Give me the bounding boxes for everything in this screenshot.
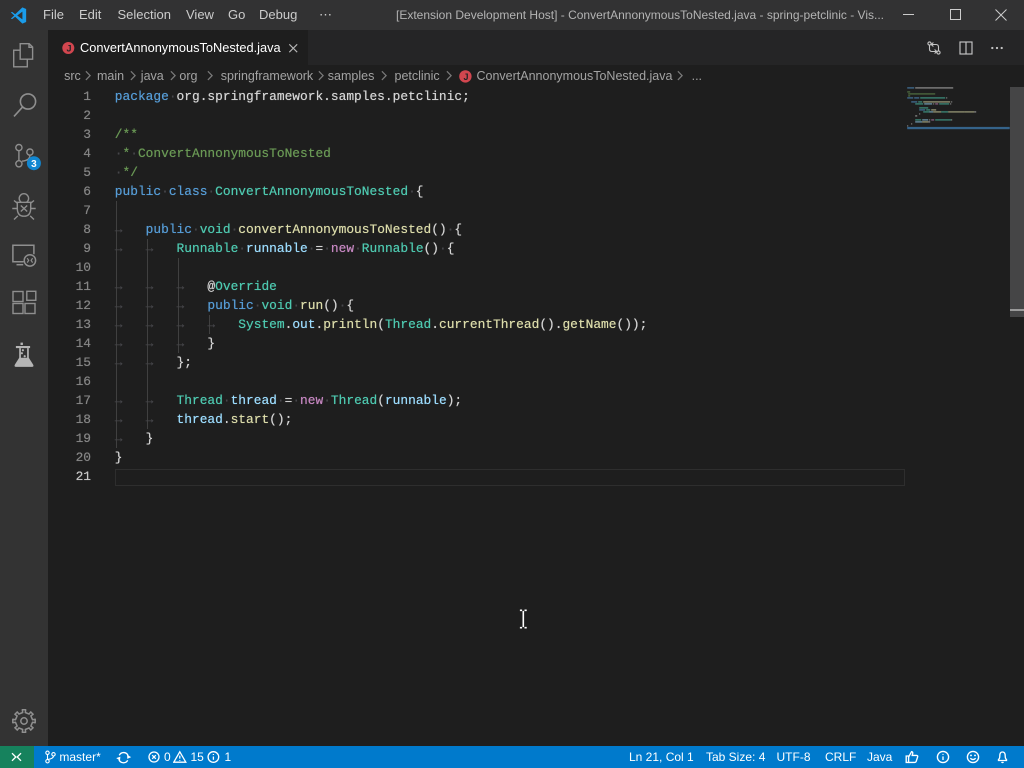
svg-text:3: 3: [31, 159, 37, 170]
svg-text:J: J: [463, 71, 468, 81]
svg-text:J: J: [66, 43, 71, 53]
